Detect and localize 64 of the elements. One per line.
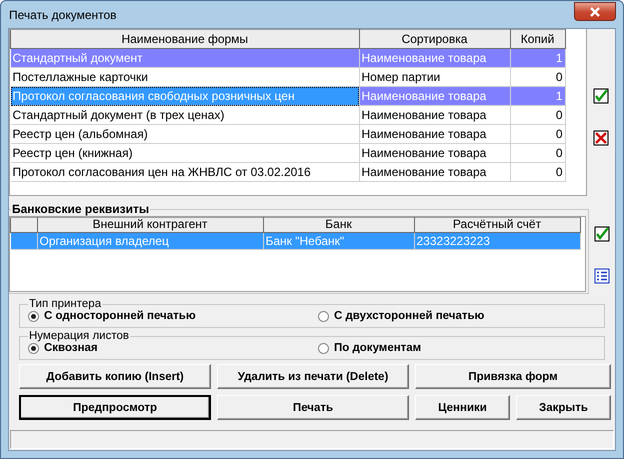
uncheck-all-button[interactable] [591, 128, 611, 148]
table-cell: Организация владелец [37, 232, 263, 250]
table-cell: Протокол согласования цен на ЖНВЛС от 03.02.2016 [10, 162, 359, 182]
action-button[interactable]: Добавить копию (Insert) [19, 364, 211, 389]
table-cell: Реестр цен (альбомная) [10, 124, 359, 144]
select-button[interactable] [592, 224, 612, 244]
close-icon [589, 6, 601, 16]
table-cell: Протокол согласования свободных розничных цен [10, 86, 359, 106]
radio-button[interactable] [28, 310, 39, 322]
radio-label: По документам [334, 342, 422, 354]
table-cell: Наименование товара [359, 86, 510, 106]
table-cell: 0 [510, 162, 565, 182]
table-cell: 23323223223 [414, 232, 580, 250]
group-title: Тип принтера [28, 298, 102, 310]
group-title: Банковские реквизиты [11, 202, 150, 216]
action-button[interactable]: Ценники [415, 395, 510, 420]
table-cell: 0 [510, 144, 565, 162]
table-cell: 1 [510, 86, 565, 106]
table-cell: Наименование товара [359, 48, 510, 68]
table-row[interactable]: Протокол согласования цен на ЖНВЛС от 03.02.2016 Наименование товара 0 [10, 162, 565, 182]
close-button[interactable] [574, 2, 616, 21]
column-header[interactable]: Копий [510, 30, 565, 48]
radio-button[interactable] [318, 310, 329, 322]
table-cell: Реестр цен (книжная) [10, 144, 359, 162]
window-title: Печать документов [8, 8, 117, 22]
checkbox-tick-icon [593, 88, 609, 104]
radio-option[interactable]: С односторонней печатью [28, 310, 318, 322]
column-header[interactable]: Банк [263, 218, 414, 232]
table-cell: Наименование товара [359, 162, 510, 182]
table-cell: 0 [510, 124, 565, 144]
table-cell: 1 [510, 48, 565, 68]
list-icon [594, 268, 610, 284]
list-button[interactable] [592, 266, 612, 286]
action-button[interactable]: Удалить из печати (Delete) [217, 364, 409, 389]
radio-label: С двухсторонней печатью [334, 310, 484, 322]
table-cell: Банк "Небанк" [263, 232, 414, 250]
table-row[interactable]: Реестр цен (книжная) Наименование товара 0 [10, 144, 565, 162]
column-header[interactable]: Сортировка [359, 30, 510, 48]
action-button[interactable]: Печать [217, 395, 409, 420]
action-button[interactable]: Привязка форм [415, 364, 611, 389]
table-cell: Стандартный документ (в трех ценах) [10, 106, 359, 124]
table-cell: Наименование товара [359, 144, 510, 162]
column-header[interactable]: Внешний контрагент [37, 218, 263, 232]
action-button[interactable]: Предпросмотр [19, 395, 211, 420]
check-all-button[interactable] [591, 86, 611, 106]
column-header[interactable]: Наименование формы [10, 30, 359, 48]
action-button[interactable]: Закрыть [516, 395, 611, 420]
radio-option[interactable]: С двухсторонней печатью [318, 310, 596, 322]
column-header[interactable]: Расчётный счёт [414, 218, 580, 232]
radio-label: С односторонней печатью [44, 310, 196, 322]
radio-button[interactable] [318, 342, 329, 354]
table-row[interactable]: Реестр цен (альбомная) Наименование товара 0 [10, 124, 565, 144]
radio-option[interactable]: По документам [318, 342, 596, 354]
table-row[interactable]: Стандартный документ (в трех ценах) Наименование товара 0 [10, 106, 565, 124]
checkbox-tick-icon [594, 226, 610, 242]
radio-label: Сквозная [44, 342, 98, 354]
radio-option[interactable]: Сквозная [28, 342, 318, 354]
radio-button[interactable] [28, 342, 39, 354]
table-cell: Наименование товара [359, 124, 510, 144]
table-cell: Стандартный документ [10, 48, 359, 68]
checkbox-cross-icon [593, 130, 609, 146]
table-cell: 0 [510, 106, 565, 124]
table-cell: Наименование товара [359, 106, 510, 124]
group-title: Нумерация листов [28, 330, 130, 342]
